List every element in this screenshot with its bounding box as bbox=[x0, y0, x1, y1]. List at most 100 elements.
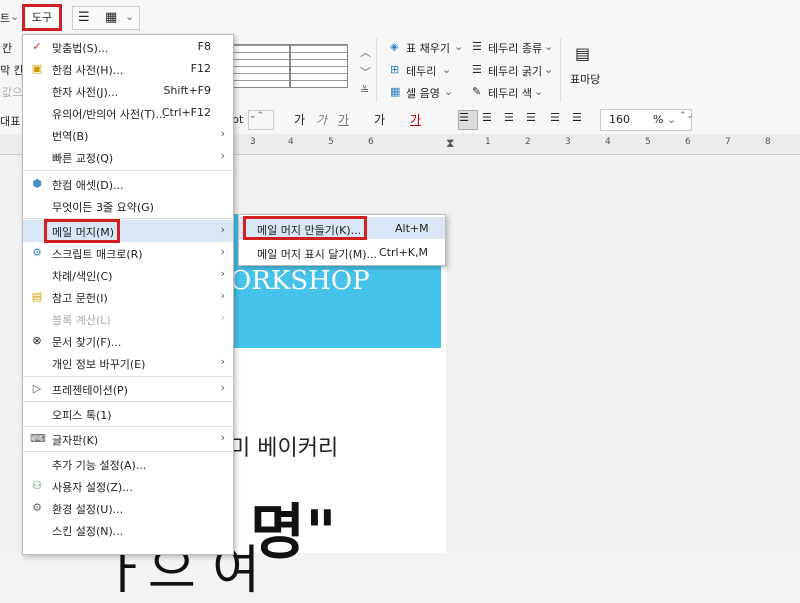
menu-separator bbox=[23, 426, 233, 427]
indent-marker-icon[interactable]: ⧗ bbox=[446, 136, 454, 151]
tools-menu: ✓ 맞춤법(S)... F8 ▣ 한컴 사전(H)... F12 한자 사전(J… bbox=[22, 34, 234, 555]
toolbar-left-item[interactable]: 트 bbox=[0, 10, 10, 26]
table-icon[interactable]: ▦ bbox=[105, 10, 117, 25]
chevron-down-icon[interactable]: ⌄ bbox=[454, 40, 463, 53]
size-spinner[interactable]: ⌄⌃ bbox=[248, 110, 274, 130]
submenu-item-shortcut: Alt+M bbox=[395, 222, 429, 235]
cell-fill-button[interactable]: 표 채우기 bbox=[406, 40, 450, 56]
chevron-right-icon: › bbox=[220, 355, 225, 368]
menu-item-quick-correct[interactable]: 빠른 교정(Q) › bbox=[23, 146, 233, 168]
chevron-down-icon[interactable]: ⌄ bbox=[544, 63, 553, 76]
menu-item-skin-settings[interactable]: 스킨 설정(N)... bbox=[23, 519, 233, 541]
border-color-button[interactable]: 테두리 색 bbox=[488, 85, 532, 101]
border-width-button[interactable]: 테두리 굵기 bbox=[488, 63, 542, 79]
align-left-icon[interactable]: ☰ bbox=[482, 111, 492, 124]
table-props-button[interactable]: 표마당 bbox=[570, 71, 600, 87]
ruler-number: 3 bbox=[565, 137, 571, 147]
menu-item-label: 맞춤법(S)... bbox=[52, 42, 109, 55]
ruler-number: 7 bbox=[725, 137, 731, 147]
border-button[interactable]: 테두리 bbox=[406, 63, 436, 79]
align-split-icon[interactable]: ☰ bbox=[572, 111, 582, 124]
menu-item-script-macro[interactable]: ⚙ 스크립트 매크로(R) › bbox=[23, 242, 233, 264]
ruler-number: 3 bbox=[250, 137, 256, 147]
keyboard-icon: ⌨ bbox=[30, 432, 46, 445]
align-center-icon[interactable]: ☰ bbox=[504, 111, 514, 124]
submenu-item-shortcut: Ctrl+K,M bbox=[379, 246, 428, 259]
table-props-icon: ▤ bbox=[575, 44, 591, 63]
chevron-down-icon[interactable]: ﹀ bbox=[360, 64, 371, 80]
menu-item-hanja-dictionary[interactable]: 한자 사전(J)... Shift+F9 bbox=[23, 80, 233, 102]
ruler-number: 6 bbox=[368, 137, 374, 147]
menu-item-label: 오피스 톡(1) bbox=[52, 409, 112, 422]
ribbon-divider bbox=[376, 38, 377, 102]
strike-button[interactable]: 가 bbox=[374, 111, 385, 128]
menu-item-find-document[interactable]: ⊗ 문서 찾기(F)... bbox=[23, 330, 233, 352]
menu-item-toc-index[interactable]: 차례/색인(C) › bbox=[23, 264, 233, 286]
underline-button[interactable]: 가 bbox=[338, 111, 349, 128]
table-style-thumb[interactable] bbox=[232, 44, 290, 88]
chevron-up-icon[interactable]: ︿ bbox=[360, 44, 371, 60]
chevron-down-icon[interactable]: ⌄ bbox=[544, 40, 553, 53]
border-icon: ⊞ bbox=[390, 63, 400, 76]
more-icon[interactable]: ≚ bbox=[360, 84, 369, 97]
format-icon[interactable]: ☰ bbox=[78, 10, 90, 25]
menu-item-office-talk[interactable]: 오피스 톡(1) bbox=[23, 403, 233, 425]
menu-item-label: 추가 기능 설정(A)... bbox=[52, 459, 147, 472]
menu-item-shortcut: Ctrl+F12 bbox=[161, 106, 211, 119]
table-style-thumb[interactable] bbox=[290, 44, 348, 88]
menu-item-user-settings[interactable]: ⚇ 사용자 설정(Z)... bbox=[23, 475, 233, 497]
menu-item-block-calc[interactable]: 블록 계산(L) › bbox=[23, 308, 233, 330]
macro-icon: ⚙ bbox=[32, 246, 42, 259]
chevron-down-icon[interactable]: ⌄ bbox=[442, 63, 451, 76]
align-justify-icon[interactable]: ☰ bbox=[458, 110, 478, 130]
chevron-right-icon: › bbox=[220, 311, 225, 324]
menu-item-label: 한자 사전(J)... bbox=[52, 86, 119, 99]
tools-menu-button[interactable]: 도구 bbox=[22, 4, 62, 31]
align-right-icon[interactable]: ☰ bbox=[526, 111, 536, 124]
menu-item-summary[interactable]: 무엇이든 3줄 요약(G) bbox=[23, 195, 233, 217]
spinner-icon[interactable]: ⌃⌄ bbox=[679, 111, 694, 121]
cell-color-icon: ▦ bbox=[390, 85, 401, 98]
dictionary-icon: ▣ bbox=[31, 62, 43, 75]
menu-item-hancom-asset[interactable]: ⬢ 한컴 애셋(D)... bbox=[23, 173, 233, 195]
menu-item-translate[interactable]: 번역(B) › bbox=[23, 124, 233, 146]
border-type-button[interactable]: 테두리 종류 bbox=[488, 40, 542, 56]
menu-item-label: 문서 찾기(F)... bbox=[52, 336, 122, 349]
chevron-down-icon[interactable]: ⌄ bbox=[667, 113, 676, 126]
submenu-item-mark-mail-merge[interactable]: 메일 머지 표시 달기(M)... Ctrl+K,M bbox=[239, 241, 445, 263]
menu-item-personal-info[interactable]: 개인 정보 바꾸기(E) › bbox=[23, 352, 233, 374]
menu-item-keyboard[interactable]: ⌨ 글자판(K) › bbox=[23, 428, 233, 450]
menu-item-references[interactable]: ▤ 참고 문헌(I) › bbox=[23, 286, 233, 308]
chevron-down-icon[interactable]: ⌄ bbox=[125, 10, 134, 23]
menu-item-spellcheck[interactable]: ✓ 맞춤법(S)... F8 bbox=[23, 36, 233, 58]
ruler-number: 4 bbox=[288, 137, 294, 147]
cell-color-button[interactable]: 셀 음영 bbox=[406, 85, 440, 101]
banner-text: ORKSHOP bbox=[230, 266, 370, 296]
menu-item-shortcut: F8 bbox=[197, 40, 211, 53]
font-color-button[interactable]: 가 bbox=[410, 111, 421, 128]
italic-button[interactable]: 가 bbox=[316, 111, 327, 128]
quick-tools-group: ☰ ▦ ⌄ bbox=[72, 6, 140, 30]
align-distribute-icon[interactable]: ☰ bbox=[550, 111, 560, 124]
menu-item-addon-settings[interactable]: 추가 기능 설정(A)... bbox=[23, 453, 233, 475]
chevron-down-icon[interactable]: ⌄ bbox=[10, 10, 19, 23]
menu-item-label: 한컴 애셋(D)... bbox=[52, 179, 124, 192]
chevron-down-icon[interactable]: ⌄ bbox=[534, 85, 543, 98]
style-label[interactable]: 대표 bbox=[0, 113, 20, 129]
menu-separator bbox=[23, 376, 233, 377]
ruler-number: 4 bbox=[605, 137, 611, 147]
menu-item-presentation[interactable]: ▷ 프레젠테이션(P) › bbox=[23, 378, 233, 400]
menu-item-shortcut: F12 bbox=[190, 62, 211, 75]
menu-item-thesaurus[interactable]: 유의어/반의어 사전(T)... Ctrl+F12 bbox=[23, 102, 233, 124]
ruler-number: 2 bbox=[525, 137, 531, 147]
menu-item-label: 무엇이든 3줄 요약(G) bbox=[52, 201, 154, 214]
top-toolbar: 트 ⌄ ☰ ▦ ⌄ bbox=[0, 0, 800, 35]
menu-item-label: 환경 설정(U)... bbox=[52, 503, 124, 516]
zoom-field[interactable]: 160 % ⌄ ⌃⌄ bbox=[600, 109, 694, 131]
ruler-number: 1 bbox=[485, 137, 491, 147]
chevron-down-icon[interactable]: ⌄ bbox=[444, 85, 453, 98]
bold-button[interactable]: 가 bbox=[294, 111, 305, 128]
menu-item-preferences[interactable]: ⚙ 환경 설정(U)... bbox=[23, 497, 233, 519]
menu-item-dictionary[interactable]: ▣ 한컴 사전(H)... F12 bbox=[23, 58, 233, 80]
menu-item-label: 글자판(K) bbox=[52, 434, 99, 447]
